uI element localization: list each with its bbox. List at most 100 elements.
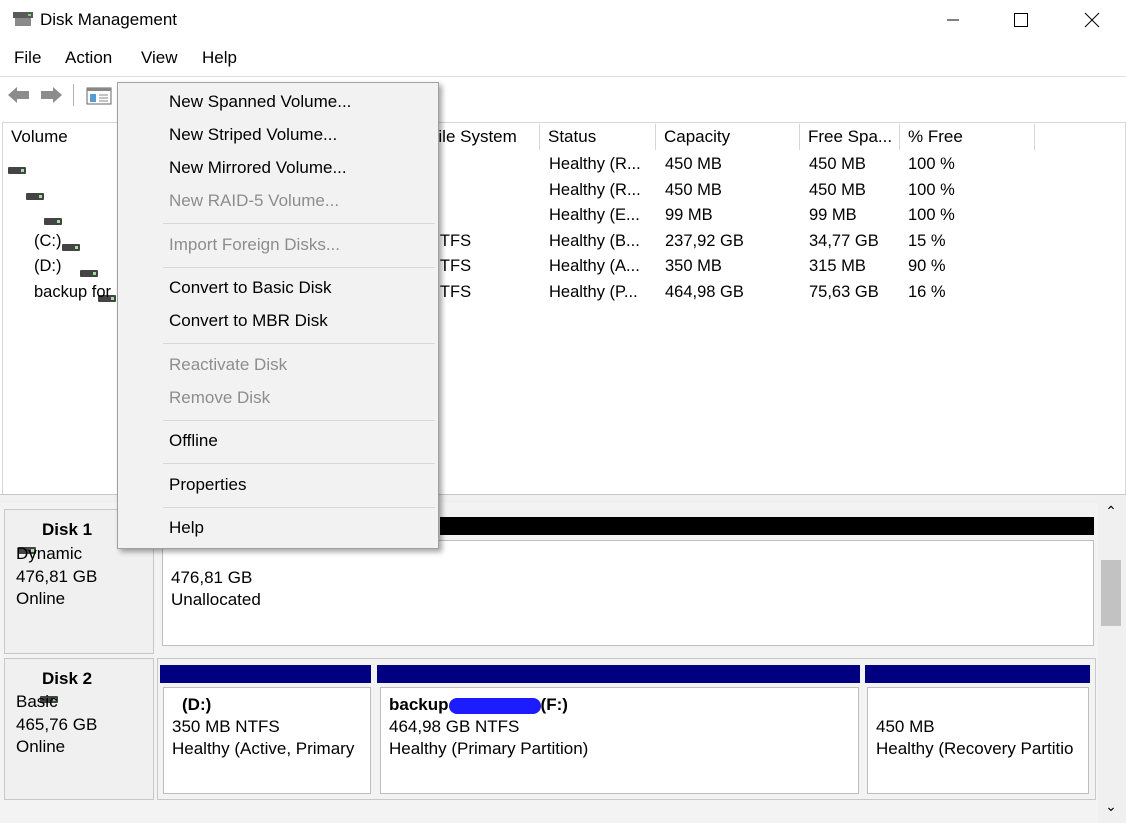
cell-file-system: NTFS <box>428 283 472 301</box>
cell-free-space: 450 MB <box>809 155 866 173</box>
partition-size: 476,81 GB <box>171 568 253 587</box>
cell-status: Healthy (R... <box>549 155 641 173</box>
disk-2-state: Online <box>16 737 66 756</box>
disk-1-state: Online <box>16 589 66 608</box>
back-arrow-icon[interactable] <box>6 84 32 106</box>
console-tree-icon[interactable] <box>86 86 112 106</box>
menu-help[interactable]: Help <box>202 48 237 68</box>
cell-free-space: 450 MB <box>809 180 866 199</box>
minimize-button[interactable] <box>930 0 976 40</box>
partition-title-row: backup (F:) <box>389 694 850 716</box>
partition-recovery[interactable]: 450 MB Healthy (Recovery Partitio <box>867 687 1089 794</box>
menu-item-new-striped-volume[interactable]: New Striped Volume... <box>169 125 337 145</box>
menu-separator <box>163 267 435 268</box>
cell-file-system: NTFS <box>428 231 472 250</box>
disk-2-type: Basic <box>16 692 58 711</box>
partition-bar-f <box>377 665 860 683</box>
cell-free-space: 315 MB <box>809 257 866 276</box>
partition-drive-letter: (F:) <box>540 695 568 714</box>
partition-f[interactable]: backup (F:) 464,98 GB NTFS Healthy (Prima… <box>380 687 859 794</box>
cell-percent-free: 100 % <box>908 155 955 173</box>
volume-drive-icon <box>44 218 62 226</box>
partition-size: 450 MB <box>876 717 935 736</box>
cell-free-space: 75,63 GB <box>809 283 879 301</box>
cell-free-space: 34,77 GB <box>809 231 879 250</box>
menu-item-offline[interactable]: Offline <box>169 431 218 451</box>
partition-size: 464,98 GB NTFS <box>389 717 520 736</box>
menu-item-import-foreign-disks: Import Foreign Disks... <box>169 235 340 254</box>
menu-item-reactivate-disk: Reactivate Disk <box>169 355 288 374</box>
disk-2-size: 465,76 GB <box>16 715 98 734</box>
partition-unallocated[interactable]: 476,81 GB Unallocated <box>162 540 1094 646</box>
cell-status: Healthy (B... <box>549 231 640 250</box>
close-icon <box>1084 12 1100 28</box>
maximize-button[interactable] <box>998 0 1044 40</box>
menu-item-remove-disk: Remove Disk <box>169 388 271 407</box>
partition-status: Healthy (Primary Partition) <box>389 739 589 758</box>
menu-item-help[interactable]: Help <box>169 518 204 538</box>
vertical-scrollbar[interactable] <box>1098 503 1126 823</box>
column-header-capacity[interactable]: Capacity <box>656 124 800 150</box>
cell-capacity: 464,98 GB <box>665 283 744 301</box>
menu-file[interactable]: File <box>14 48 41 68</box>
partition-bar-unallocated <box>440 517 1094 535</box>
menu-separator <box>163 343 435 344</box>
disk-1-size: 476,81 GB <box>16 567 98 586</box>
menu-item-properties[interactable]: Properties <box>169 475 246 495</box>
close-button[interactable] <box>1069 0 1115 40</box>
menu-item-new-mirrored-volume[interactable]: New Mirrored Volume... <box>169 158 347 178</box>
cell-status: Healthy (P... <box>549 283 638 301</box>
disk-management-app-icon <box>13 12 33 26</box>
scroll-down-arrow-icon[interactable]: ⌄ <box>1102 798 1120 816</box>
cell-percent-free: 16 % <box>908 283 946 301</box>
partition-size: 350 MB NTFS <box>172 717 280 736</box>
menu-item-convert-to-mbr-disk[interactable]: Convert to MBR Disk <box>169 311 328 331</box>
cell-capacity: 350 MB <box>665 257 722 276</box>
cell-percent-free: 15 % <box>908 231 946 250</box>
maximize-icon <box>1014 13 1028 27</box>
partition-status: Unallocated <box>171 590 261 609</box>
partition-status: Healthy (Recovery Partitio <box>876 739 1074 758</box>
cell-volume: (D:) <box>34 257 62 276</box>
column-header-percent-free[interactable]: % Free <box>900 124 1035 150</box>
menu-item-new-raid-5-volume: New RAID-5 Volume... <box>169 191 340 210</box>
cell-volume: (C:) <box>34 231 62 250</box>
menu-separator <box>163 463 435 464</box>
disk-2-name: Disk 2 <box>42 669 93 688</box>
cell-percent-free: 90 % <box>908 257 946 276</box>
partition-title: backup <box>389 695 449 714</box>
volume-drive-icon <box>8 167 26 175</box>
menu-action[interactable]: Action <box>65 48 112 68</box>
minimize-icon <box>947 19 959 21</box>
cell-percent-free: 100 % <box>908 206 955 225</box>
partition-status: Healthy (Active, Primary <box>172 739 355 758</box>
cell-capacity: 450 MB <box>665 180 722 199</box>
cell-status: Healthy (R... <box>549 180 641 199</box>
partition-bar-d <box>160 665 371 683</box>
partition-d[interactable]: (D:) 350 MB NTFS Healthy (Active, Primar… <box>163 687 371 794</box>
menu-view[interactable]: View <box>141 48 178 68</box>
cell-percent-free: 100 % <box>908 180 955 199</box>
redaction-scribble <box>448 697 541 714</box>
partition-title: (D:) <box>182 695 212 714</box>
forward-arrow-icon[interactable] <box>38 84 64 106</box>
scroll-up-arrow-icon[interactable]: ⌃ <box>1102 503 1120 521</box>
cell-capacity: 450 MB <box>665 155 722 173</box>
cell-status: Healthy (A... <box>549 257 640 276</box>
menu-separator <box>163 420 435 421</box>
disk-1-type: Dynamic <box>16 544 83 563</box>
toolbar-separator <box>73 84 74 106</box>
cell-status: Healthy (E... <box>549 206 640 225</box>
volume-drive-icon <box>26 192 44 200</box>
cell-capacity: 99 MB <box>665 206 713 225</box>
cell-capacity: 237,92 GB <box>665 231 744 250</box>
column-header-status[interactable]: Status <box>540 124 656 150</box>
column-header-free-space[interactable]: Free Spa... <box>800 124 900 150</box>
scrollbar-thumb[interactable] <box>1101 560 1121 626</box>
context-menu: New Spanned Volume... New Striped Volume.… <box>117 82 439 549</box>
cell-free-space: 99 MB <box>809 206 857 225</box>
menu-item-new-spanned-volume[interactable]: New Spanned Volume... <box>169 92 351 112</box>
cell-volume: backup for <box>34 283 112 301</box>
menu-item-convert-to-basic-disk[interactable]: Convert to Basic Disk <box>169 278 332 298</box>
menu-separator <box>163 223 435 224</box>
